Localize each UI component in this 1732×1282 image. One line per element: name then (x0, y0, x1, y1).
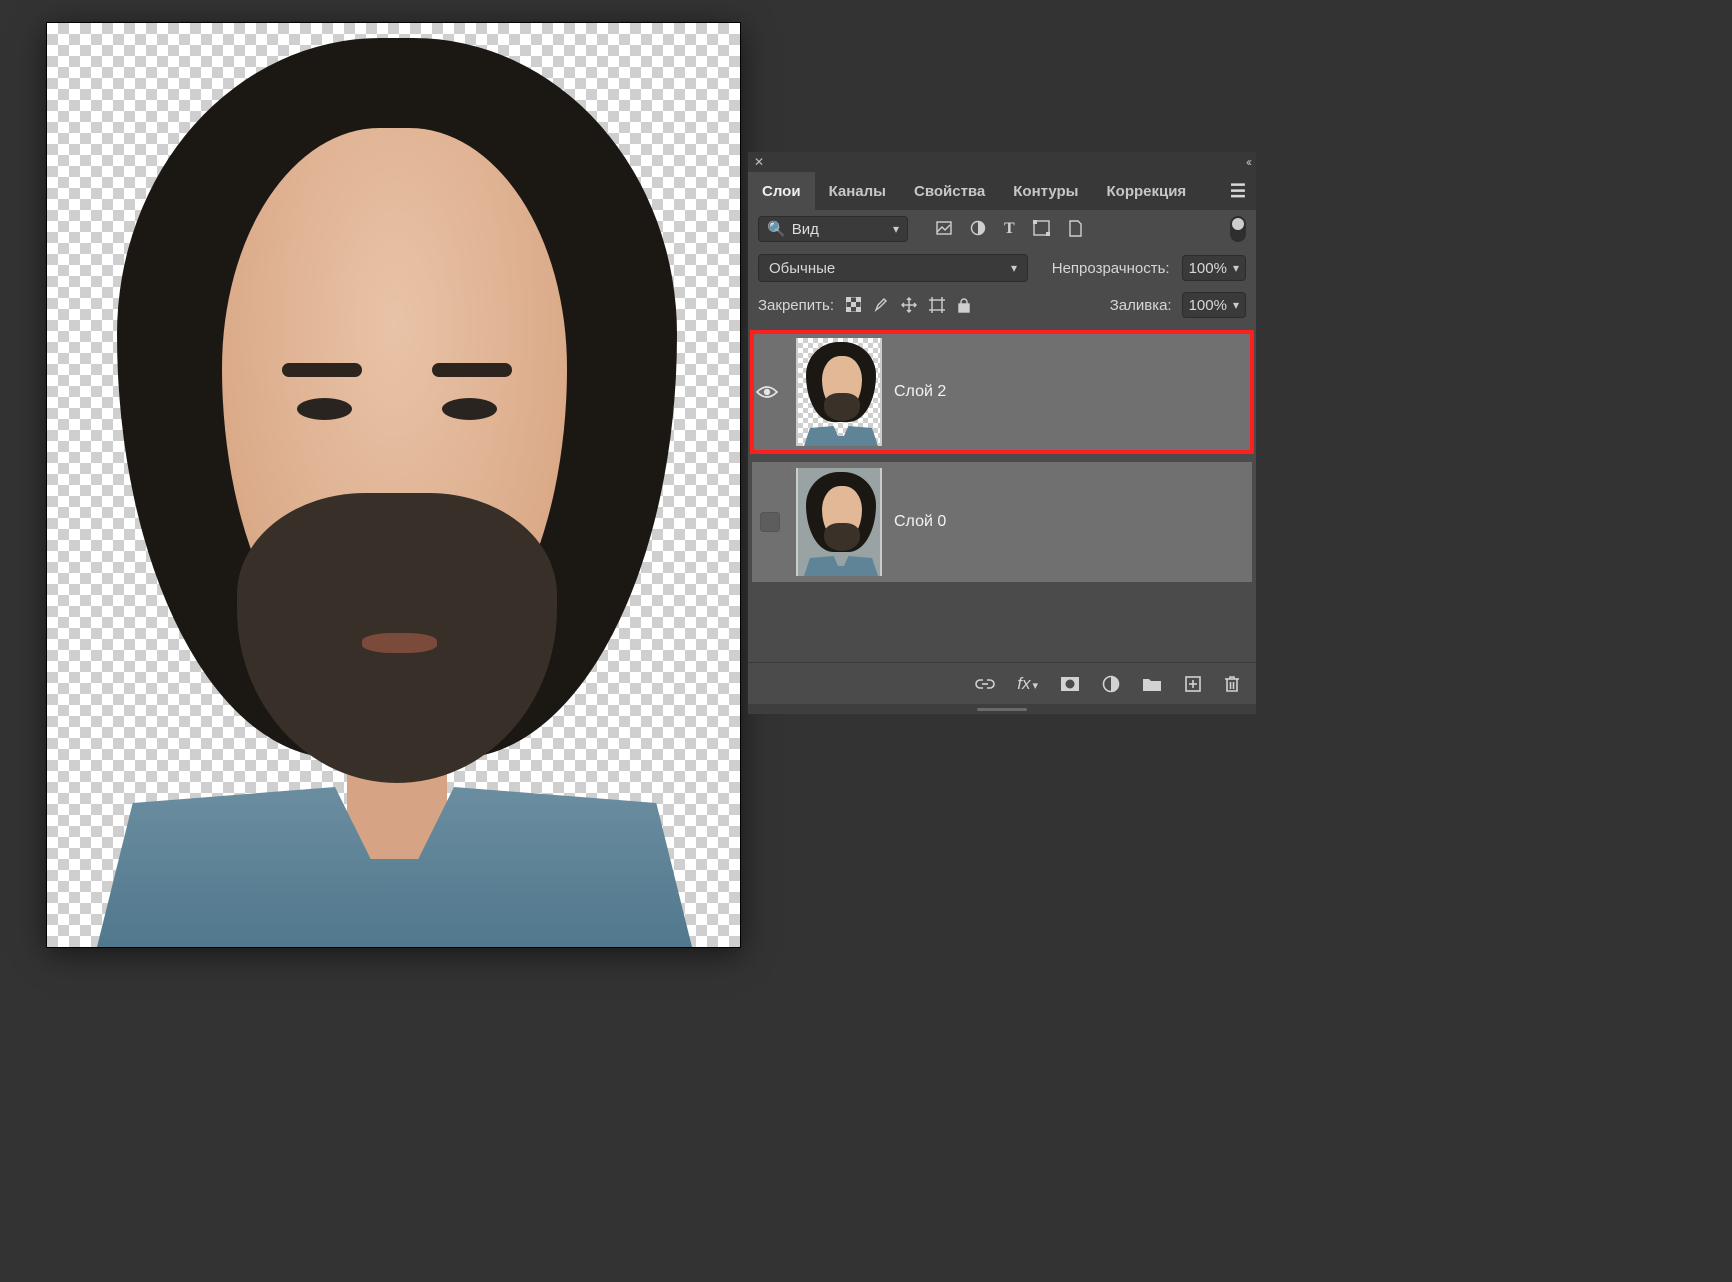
layer-mask-icon[interactable] (1060, 676, 1080, 692)
layer-kind-label: Вид (792, 221, 819, 238)
link-layers-icon[interactable] (975, 678, 995, 690)
chevron-down-icon: ▾ (1011, 261, 1017, 275)
chevron-down-icon: ▾ (1233, 298, 1239, 312)
image-filter-icon[interactable] (936, 220, 952, 238)
chevron-down-icon: ▾ (893, 222, 899, 236)
panel-footer: fx▾ (748, 662, 1256, 704)
layer-thumbnail[interactable] (796, 468, 882, 576)
opacity-label: Непрозрачность: (1052, 260, 1170, 277)
adjustment-filter-icon[interactable] (970, 220, 986, 238)
delete-layer-icon[interactable] (1224, 675, 1240, 693)
shape-filter-icon[interactable] (1033, 220, 1050, 238)
layer-name[interactable]: Слой 2 (894, 383, 946, 401)
panel-resize-grip[interactable] (748, 704, 1256, 714)
blend-mode-select[interactable]: Обычные ▾ (758, 254, 1028, 282)
layers-list: Слой 2 Слой 0 (748, 328, 1256, 582)
smartobject-filter-icon[interactable] (1068, 220, 1083, 238)
layer-group-icon[interactable] (1142, 676, 1162, 692)
tab-label: Контуры (1013, 183, 1078, 200)
panel-menu-icon[interactable]: ☰ (1220, 181, 1256, 202)
layer-thumbnail[interactable] (796, 338, 882, 446)
filter-toggle[interactable] (1230, 216, 1246, 242)
tab-layers[interactable]: Слои (748, 172, 815, 210)
search-icon: 🔍 (767, 220, 786, 238)
visibility-toggle[interactable] (756, 384, 784, 400)
layer-kind-select[interactable]: 🔍 Вид ▾ (758, 216, 908, 242)
visibility-toggle[interactable] (760, 512, 780, 532)
layers-panel: ✕ ‹‹ Слои Каналы Свойства Контуры Коррек… (748, 152, 1256, 714)
adjustment-layer-icon[interactable] (1102, 675, 1120, 693)
lock-artboard-icon[interactable] (929, 297, 945, 313)
type-filter-icon[interactable]: T (1004, 220, 1015, 238)
layer-row[interactable]: Слой 0 (752, 462, 1252, 582)
blend-mode-value: Обычные (769, 260, 835, 277)
panel-tabs: Слои Каналы Свойства Контуры Коррекция ☰ (748, 172, 1256, 210)
new-layer-icon[interactable] (1184, 675, 1202, 693)
tab-label: Коррекция (1107, 183, 1187, 200)
panel-titlebar[interactable]: ✕ ‹‹ (748, 152, 1256, 172)
fill-label: Заливка: (1110, 297, 1172, 314)
portrait-image (47, 23, 740, 947)
tab-channels[interactable]: Каналы (815, 172, 900, 210)
opacity-value: 100% (1189, 260, 1227, 277)
fill-input[interactable]: 100% ▾ (1182, 292, 1246, 318)
tab-label: Каналы (829, 183, 886, 200)
lock-label: Закрепить: (758, 297, 834, 314)
lock-transparency-icon[interactable] (846, 297, 861, 313)
close-icon[interactable]: ✕ (754, 155, 764, 169)
layer-row[interactable]: Слой 2 (752, 332, 1252, 452)
tab-adjustments[interactable]: Коррекция (1093, 172, 1201, 210)
tab-label: Свойства (914, 183, 985, 200)
lock-brush-icon[interactable] (873, 297, 889, 313)
opacity-input[interactable]: 100% ▾ (1182, 255, 1246, 281)
layer-fx-icon[interactable]: fx▾ (1017, 674, 1038, 694)
lock-move-icon[interactable] (901, 297, 917, 313)
tab-paths[interactable]: Контуры (999, 172, 1092, 210)
layer-name[interactable]: Слой 0 (894, 513, 946, 531)
layer-filter-icons: T (936, 220, 1083, 238)
document-canvas[interactable] (47, 23, 740, 947)
fill-value: 100% (1189, 297, 1227, 314)
collapse-icon[interactable]: ‹‹ (1246, 155, 1250, 169)
lock-all-icon[interactable] (957, 297, 971, 313)
chevron-down-icon: ▾ (1233, 261, 1239, 275)
tab-properties[interactable]: Свойства (900, 172, 999, 210)
tab-label: Слои (762, 183, 801, 200)
